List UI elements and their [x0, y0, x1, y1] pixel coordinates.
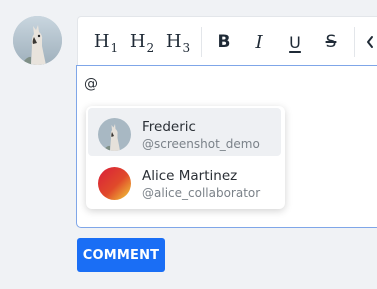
heading-1-icon: H1 [93, 31, 119, 55]
avatar [98, 167, 131, 200]
mention-option-frederic[interactable]: Frederic @screenshot_demo [88, 108, 281, 156]
formatting-toolbar: H1 H2 H3 B I U S [78, 17, 377, 66]
llama-avatar-image [13, 16, 62, 65]
underline-button[interactable]: U [281, 29, 309, 55]
heading-3-button[interactable]: H3 [164, 29, 192, 55]
toolbar-divider [354, 27, 355, 57]
more-tools-button[interactable] [362, 29, 377, 55]
mention-handle: @screenshot_demo [142, 137, 260, 151]
llama-avatar-image [98, 118, 131, 151]
heading-3-icon: H3 [165, 31, 191, 55]
toolbar-divider [201, 27, 202, 57]
italic-icon: I [255, 31, 263, 53]
mention-handle: @alice_collaborator [142, 186, 261, 200]
underline-icon: U [289, 32, 301, 52]
heading-2-icon: H2 [129, 31, 155, 55]
bold-button[interactable]: B [210, 29, 238, 55]
mention-suggestions-popup: Frederic @screenshot_demo Alice Martinez… [86, 106, 285, 209]
avatar [98, 118, 131, 151]
comment-button[interactable]: COMMENT [77, 238, 165, 272]
heading-1-button[interactable]: H1 [92, 29, 120, 55]
heading-2-button[interactable]: H2 [128, 29, 156, 55]
mention-name: Frederic [142, 119, 196, 135]
bold-icon: B [217, 32, 231, 52]
gradient-avatar-image [98, 167, 131, 200]
chevron-left-icon [367, 36, 373, 48]
strikethrough-button[interactable]: S [317, 29, 345, 55]
strikethrough-icon: S [325, 32, 337, 52]
mention-name: Alice Martinez [142, 168, 238, 184]
editor-toolbar-container: H1 H2 H3 B I U S [77, 16, 377, 65]
editor-text: @ [84, 76, 98, 92]
italic-button[interactable]: I [245, 29, 273, 55]
mention-option-alice-martinez[interactable]: Alice Martinez @alice_collaborator [88, 157, 281, 205]
user-avatar [13, 16, 62, 65]
